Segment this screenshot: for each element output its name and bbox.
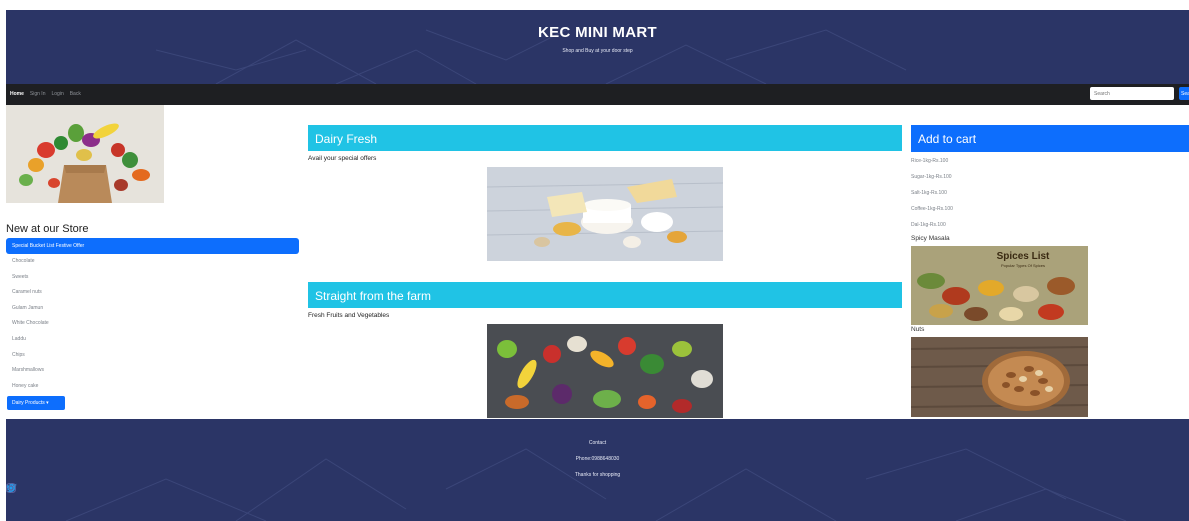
dairy-fresh-title: Dairy Fresh xyxy=(315,132,378,146)
dairy-products-image xyxy=(487,167,723,261)
site-footer: Contact Phone:0988648030 Thanks for shop… xyxy=(6,419,1189,521)
spicy-masala-label: Spicy Masala xyxy=(911,235,950,242)
list-item[interactable]: Sweets xyxy=(6,270,299,286)
farm-banner: Straight from the farm xyxy=(308,282,902,308)
nav-back[interactable]: Back xyxy=(70,91,81,97)
list-item[interactable]: Honey cake xyxy=(6,379,299,395)
farm-title: Straight from the farm xyxy=(315,289,432,303)
spices-image-title: Spices List xyxy=(997,251,1050,262)
dairy-products-dropdown[interactable]: Dairy Products ▾ xyxy=(7,396,65,410)
grocery-bag-image xyxy=(6,105,164,203)
dairy-fresh-subtitle: Avail your special offers xyxy=(308,155,377,162)
nav-home[interactable]: Home xyxy=(10,91,24,97)
list-item[interactable]: Laddu xyxy=(6,332,299,348)
add-to-cart-title: Add to cart xyxy=(918,132,977,146)
nav-login[interactable]: Login xyxy=(51,91,63,97)
nuts-image xyxy=(911,337,1088,417)
cart-item[interactable]: Dal-1kg-Rs.100 xyxy=(911,217,953,233)
list-item[interactable]: White Chocolate xyxy=(6,316,299,332)
fruits-vegetables-image xyxy=(487,324,723,418)
footer-thanks: Thanks for shopping xyxy=(574,472,621,478)
search-input[interactable] xyxy=(1090,87,1174,100)
cart-item[interactable]: Salt-1kg-Rs.100 xyxy=(911,185,953,201)
list-item[interactable]: Marshmallows xyxy=(6,363,299,379)
cart-item[interactable]: Rice-1kg-Rs.100 xyxy=(911,153,953,169)
cart-item[interactable]: Coffee-1kg-Rs.100 xyxy=(911,201,953,217)
site-header: KEC MINI MART Shop and Buy at your door … xyxy=(6,10,1189,84)
site-title: KEC MINI MART xyxy=(538,24,657,41)
new-at-store-heading: New at our Store xyxy=(6,223,89,235)
list-item[interactable]: Special Bucket List Festive Offer xyxy=(6,238,299,254)
nav-sign-in[interactable]: Sign In xyxy=(30,91,46,97)
social-links xyxy=(6,483,1189,501)
search-button[interactable]: Search xyxy=(1179,87,1189,100)
list-item[interactable]: Gulam Jamun xyxy=(6,301,299,317)
cart-list: Rice-1kg-Rs.100 Sugar-1kg-Rs.100 Salt-1k… xyxy=(911,153,953,233)
dairy-fresh-banner: Dairy Fresh xyxy=(308,125,902,151)
nav-links: Home Sign In Login Back xyxy=(10,91,81,97)
add-to-cart-banner: Add to cart xyxy=(911,125,1189,152)
footer-phone: Phone:0988648030 xyxy=(575,456,620,462)
navbar: Home Sign In Login Back Search xyxy=(6,84,1189,105)
spices-list-image: Spices List Popular Types Of Spices xyxy=(911,246,1088,325)
footer-contact: Contact xyxy=(588,440,607,446)
farm-subtitle: Fresh Fruits and Vegetables xyxy=(308,312,390,319)
store-list: Special Bucket List Festive Offer Chocol… xyxy=(6,238,299,394)
page-top-margin xyxy=(0,0,1189,10)
list-item[interactable]: Chips xyxy=(6,348,299,364)
cart-item[interactable]: Sugar-1kg-Rs.100 xyxy=(911,169,953,185)
list-item[interactable]: Caramel nuts xyxy=(6,285,299,301)
nuts-label: Nuts xyxy=(911,326,925,333)
header-background-pattern xyxy=(155,29,907,84)
footer-background-pattern xyxy=(65,448,1127,521)
spices-image-subtitle: Popular Types Of Spices xyxy=(1001,263,1045,268)
site-tagline: Shop and Buy at your door step xyxy=(562,48,633,54)
list-item[interactable]: Chocolate xyxy=(6,254,299,270)
